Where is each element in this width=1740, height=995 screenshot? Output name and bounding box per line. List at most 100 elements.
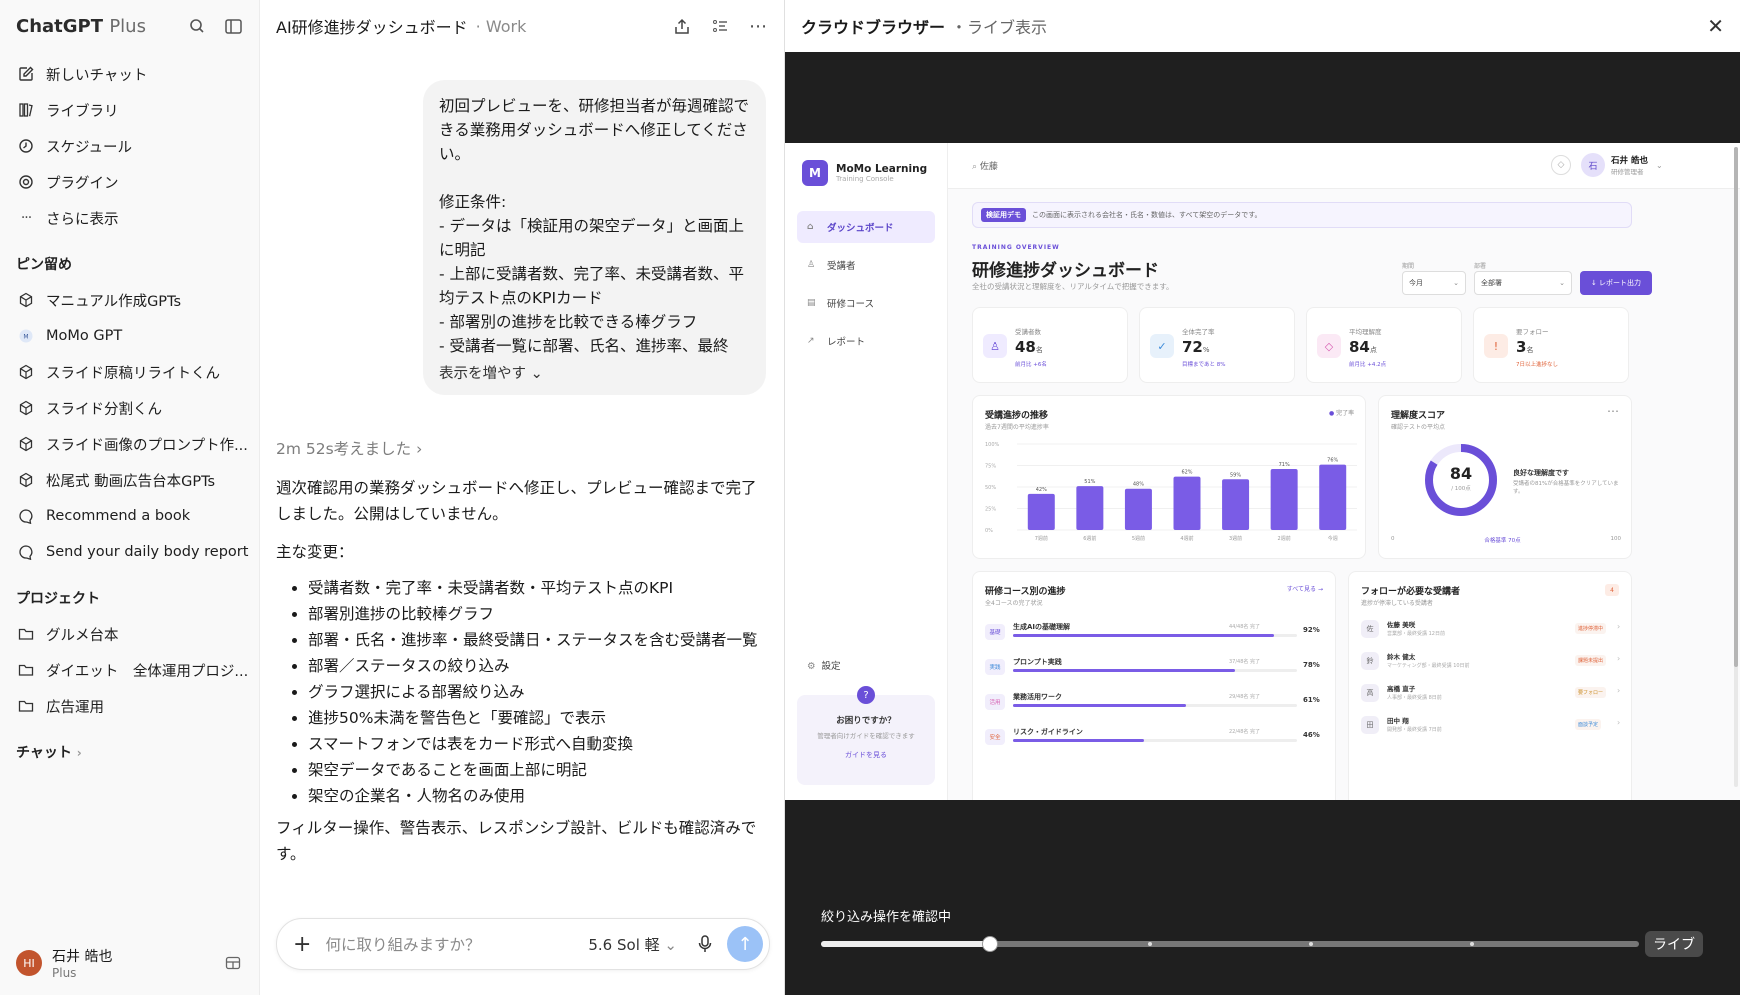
bar-chart[interactable]: 100% 75% 50% 25% 0% 42% 7週前 51% 6週前 48% 5週前 62% 4週前 5… <box>973 396 1367 560</box>
sidebar-item[interactable]: 松尾式 動画広告台本GPTs <box>8 462 251 498</box>
sidebar-item[interactable]: Send your daily body report now <box>8 534 251 570</box>
thought-toggle[interactable]: 2m 52s考えました › <box>276 437 422 459</box>
playback-progress <box>821 941 991 947</box>
follow-meta: 営業部・最終受講 12日前 <box>1387 631 1445 637</box>
kpi-note: 目標まであと 8% <box>1182 362 1226 368</box>
user-message: 初回プレビューを、研修担当者が毎週確認できる業務用ダッシュボードへ修正してくださ… <box>423 80 766 395</box>
bar[interactable] <box>1222 479 1250 530</box>
export-button[interactable]: ↓ レポート出力 <box>1580 271 1652 295</box>
send-button[interactable]: ↑ <box>727 926 763 962</box>
courses-link[interactable]: すべて見る → <box>1287 584 1323 593</box>
close-icon[interactable]: ✕ <box>1707 14 1724 38</box>
sidebar-item-label: スライド原稿リライトくん <box>46 365 220 382</box>
avatar: HI <box>16 950 42 976</box>
chevron-down-icon: ⌄ <box>1655 160 1663 170</box>
browser-viewport[interactable]: M MoMo Learning Training Console ⌂ ダッシュボー… <box>785 143 1740 800</box>
kpi-note: 前月比 +6名 <box>1015 362 1047 368</box>
timeline-marker <box>1309 942 1313 946</box>
sidebar-item[interactable]: プラグイン <box>8 164 251 200</box>
more-icon[interactable]: ⋯ <box>1607 404 1619 418</box>
sidebar-item[interactable]: グルメ台本 <box>8 616 251 652</box>
follow-row[interactable]: 田 田中 翔 開発部・最終受講 7日前 面談予定 › <box>1361 714 1623 740</box>
chats-section[interactable]: チャット › <box>0 728 259 766</box>
bar[interactable] <box>1270 468 1298 530</box>
sidebar-item-label: Send your daily body report now <box>46 544 251 560</box>
model-selector[interactable]: 5.6 Sol 軽 ⌄ <box>588 934 677 955</box>
user-menu[interactable]: HI 石井 皓也 Plus <box>0 931 259 995</box>
sidebar-item[interactable]: ライブラリ <box>8 92 251 128</box>
sidebar-item[interactable]: 広告運用 <box>8 688 251 724</box>
x-tick-label: 今週 <box>1328 535 1338 542</box>
sidebar-item[interactable]: M MoMo GPT <box>8 318 251 354</box>
kpi-value: 84点 <box>1349 338 1377 356</box>
sidebar-item[interactable]: ··· さらに表示 <box>8 200 251 236</box>
change-item: 架空の企業名・人物名のみ使用 <box>308 783 771 809</box>
bar[interactable] <box>1027 493 1055 530</box>
dashboard-search[interactable]: ⌕ 佐藤 <box>972 159 998 172</box>
x-tick-label: 2週前 <box>1278 535 1291 542</box>
dashboard-settings[interactable]: ⚙ 設定 <box>807 658 841 672</box>
change-item: 進捗50%未満を警告色と「要確認」で表示 <box>308 705 771 731</box>
follow-status: 要フォロー <box>1575 687 1607 698</box>
dashboard-nav-item[interactable]: ⌂ ダッシュボード <box>797 211 935 243</box>
show-more-button[interactable]: 表示を増やす ⌄ <box>439 362 543 383</box>
sidebar-item[interactable]: スケジュール <box>8 128 251 164</box>
sidebar-item[interactable]: ダイエット 全体運用プロジ... <box>8 652 251 688</box>
more-icon[interactable]: ⋯ <box>748 16 768 37</box>
bar[interactable] <box>1173 476 1201 530</box>
checklist-icon[interactable] <box>710 16 730 36</box>
follow-row[interactable]: 鈴 鈴木 健太 マーケティング部・最終受講 10日前 課題未提出 › <box>1361 650 1623 676</box>
sidebar-toggle-icon[interactable] <box>223 16 243 36</box>
bar[interactable] <box>1319 464 1347 530</box>
course-row[interactable]: 基礎 生成AIの基礎理解 44/48名 完了 92% <box>985 620 1325 648</box>
browser-title: クラウドブラウザー <box>801 18 946 37</box>
prompt-input[interactable]: 何に取り組みますか？ <box>325 933 588 955</box>
edit-icon <box>16 64 36 84</box>
dept-filter[interactable]: 全部署 ⌄ <box>1474 271 1572 295</box>
gpt-icon <box>16 470 36 490</box>
course-row[interactable]: 実践 プロンプト実践 37/48名 完了 78% <box>985 655 1325 683</box>
chevron-down-icon: ⌄ <box>1559 279 1565 287</box>
project-label[interactable]: · Work <box>476 17 527 36</box>
follow-row[interactable]: 佐 佐藤 美咲 営業部・最終受講 12日前 進捗停滞中 › <box>1361 618 1623 644</box>
playback-slider[interactable] <box>821 936 1639 952</box>
live-button[interactable]: ライブ <box>1645 931 1703 957</box>
dashboard-topbar: ⌕ 佐藤 ◇ 石 石井 皓也 研修管理者 ⌄ <box>948 143 1740 189</box>
change-item: 部署／ステータスの絞り込み <box>308 653 771 679</box>
plus-icon[interactable]: + <box>293 932 311 957</box>
dashboard-nav-item[interactable]: ↗ レポート <box>797 325 935 357</box>
dashboard-nav-item[interactable]: ▤ 研修コース <box>797 287 935 319</box>
share-icon[interactable] <box>672 16 692 36</box>
sidebar-item[interactable]: スライド原稿リライトくん <box>8 354 251 390</box>
sidebar-item[interactable]: スライド分割くん <box>8 390 251 426</box>
sidebar-item-label: Recommend a book <box>46 508 191 524</box>
follow-row[interactable]: 高 高橋 直子 人事部・最終受講 8日前 要フォロー › <box>1361 682 1623 708</box>
help-link[interactable]: ガイドを見る <box>797 750 935 760</box>
follow-avatar: 高 <box>1361 684 1379 702</box>
search-icon[interactable] <box>187 16 207 36</box>
x-tick-label: 6週前 <box>1083 535 1096 542</box>
microphone-icon[interactable] <box>695 934 715 954</box>
scrollbar-thumb[interactable] <box>1734 147 1738 667</box>
sidebar-item-label: スケジュール <box>46 139 132 156</box>
kpi-label: 受講者数 <box>1015 328 1041 336</box>
chevron-down-icon: ⌄ <box>530 366 543 382</box>
notification-icon[interactable]: ◇ <box>1551 155 1571 175</box>
bar[interactable] <box>1076 486 1104 530</box>
course-row[interactable]: 活用 業務活用ワーク 29/48名 完了 61% <box>985 690 1325 718</box>
viewport-scrollbar[interactable] <box>1734 147 1738 787</box>
y-tick-label: 0% <box>985 528 993 534</box>
course-row[interactable]: 安全 リスク・ガイドライン 22/48名 完了 46% <box>985 725 1325 753</box>
sidebar-item[interactable]: Recommend a book <box>8 498 251 534</box>
sidebar-item[interactable]: スライド画像のプロンプト作... <box>8 426 251 462</box>
period-filter[interactable]: 今月 ⌄ <box>1402 271 1466 295</box>
bar[interactable] <box>1124 488 1152 530</box>
dashboard-nav-label: ダッシュボード <box>827 223 894 234</box>
dashboard-user[interactable]: ◇ 石 石井 皓也 研修管理者 ⌄ <box>1551 153 1663 177</box>
apps-icon[interactable] <box>223 953 243 973</box>
sidebar-item[interactable]: 新しいチャット <box>8 56 251 92</box>
brand-title[interactable]: ChatGPT Plus <box>16 16 146 37</box>
chat-title[interactable]: AI研修進捗ダッシュボード <box>276 14 468 38</box>
sidebar-item[interactable]: マニュアル作成GPTs <box>8 282 251 318</box>
dashboard-nav-item[interactable]: ♙ 受講者 <box>797 249 935 281</box>
